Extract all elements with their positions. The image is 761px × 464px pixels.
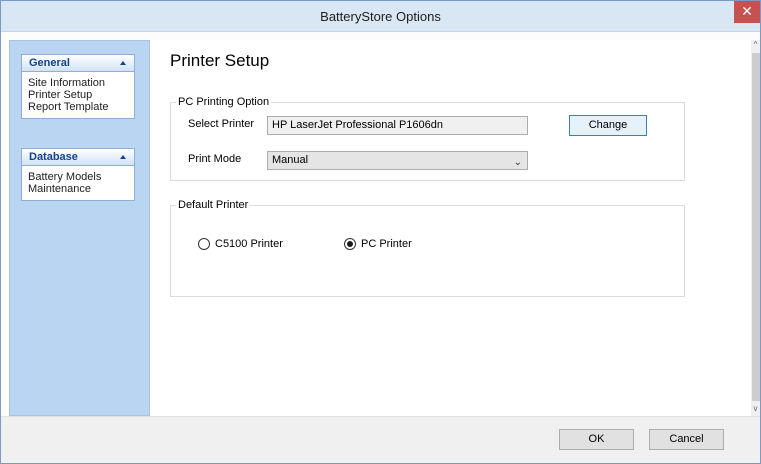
panel-header-label: Database [29, 151, 78, 163]
radio-selected-dot [347, 241, 353, 247]
radio-pc-printer[interactable] [344, 238, 356, 250]
panel-general: General Site Information Printer Setup R… [21, 54, 135, 119]
radio-label-c5100-printer: C5100 Printer [215, 238, 283, 250]
panel-body-general: Site Information Printer Setup Report Te… [21, 71, 135, 119]
radio-c5100-printer[interactable] [198, 238, 210, 250]
pc-printing-option-group: PC Printing Option Select Printer HP Las… [170, 96, 685, 181]
select-printer-label: Select Printer [188, 118, 255, 130]
collapse-up-icon [120, 61, 126, 65]
options-window: BatteryStore Options ✕ General Site Info… [0, 0, 761, 464]
group-legend: Default Printer [176, 199, 251, 211]
collapse-up-icon [120, 155, 126, 159]
print-mode-select[interactable]: Manual ⌄ [267, 151, 528, 170]
panel-body-database: Battery Models Maintenance [21, 165, 135, 201]
title-bar: BatteryStore Options ✕ [1, 1, 760, 32]
vertical-scrollbar[interactable]: ^ v [751, 40, 760, 416]
default-printer-group: Default Printer C5100 Printer PC Printer [170, 199, 685, 297]
content-area: Printer Setup PC Printing Option Select … [150, 40, 751, 416]
printer-name-field[interactable]: HP LaserJet Professional P1606dn [267, 116, 528, 135]
radio-label-pc-printer: PC Printer [361, 238, 412, 250]
print-mode-value: Manual [272, 154, 309, 166]
cancel-button[interactable]: Cancel [649, 429, 724, 450]
panel-database: Database Battery Models Maintenance [21, 148, 135, 201]
scroll-thumb[interactable] [752, 53, 760, 401]
close-button[interactable]: ✕ [734, 1, 760, 23]
panel-header-label: General [29, 57, 70, 69]
window-title: BatteryStore Options [320, 9, 441, 24]
page-title: Printer Setup [170, 51, 270, 70]
panel-header-database[interactable]: Database [21, 148, 135, 165]
sidebar-item-printer-setup[interactable]: Printer Setup [28, 89, 128, 101]
chevron-down-icon: ⌄ [513, 157, 522, 168]
panel-header-general[interactable]: General [21, 54, 135, 71]
footer-bar: OK Cancel [1, 416, 760, 463]
scroll-down-icon[interactable]: v [751, 404, 760, 414]
change-printer-button[interactable]: Change [569, 115, 647, 136]
sidebar-item-maintenance[interactable]: Maintenance [28, 183, 128, 195]
print-mode-label: Print Mode [188, 153, 242, 165]
sidebar-item-battery-models[interactable]: Battery Models [28, 171, 128, 183]
group-legend: PC Printing Option [176, 96, 272, 108]
scroll-up-icon[interactable]: ^ [751, 40, 760, 50]
sidebar-item-report-template[interactable]: Report Template [28, 101, 128, 113]
sidebar-item-site-information[interactable]: Site Information [28, 77, 128, 89]
ok-button[interactable]: OK [559, 429, 634, 450]
